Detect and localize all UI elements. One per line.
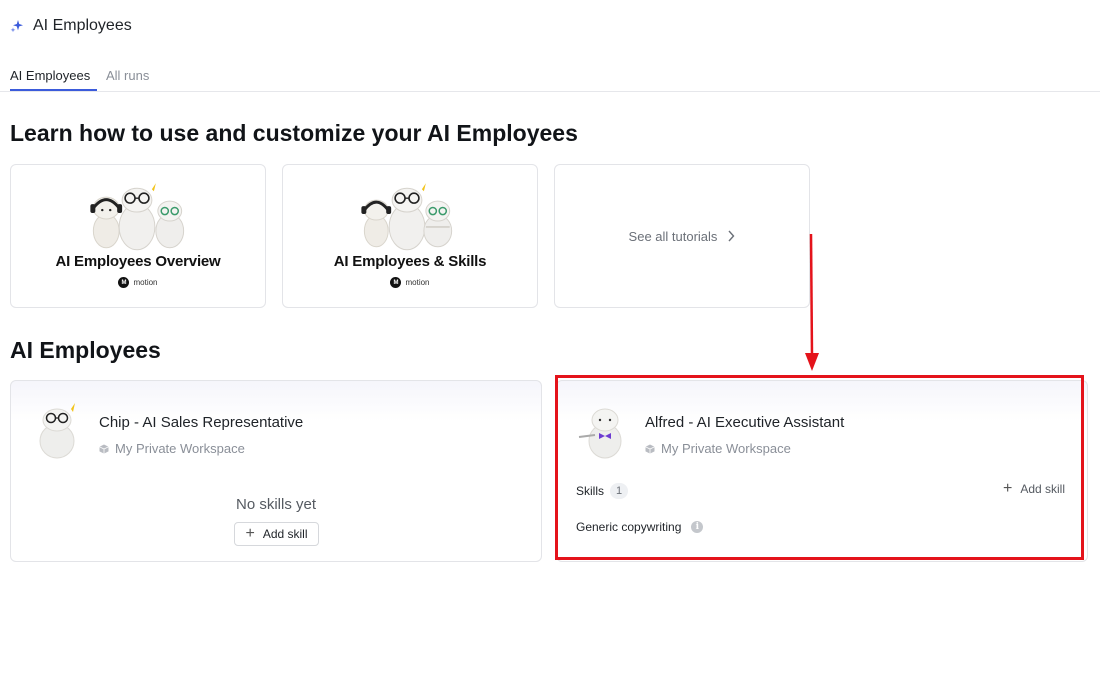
employee-card-alfred[interactable]: Alfred - AI Executive Assistant My Priva… [556,380,1088,562]
tab-ai-employees[interactable]: AI Employees [10,68,97,91]
add-skill-button[interactable]: + Add skill [1003,481,1065,497]
motion-logo-icon: M [390,277,402,288]
no-skills-text: No skills yet [235,496,317,513]
brand-name: motion [133,278,158,287]
tutorial-card-overview[interactable]: AI Employees Overview M motion [10,164,266,308]
chip-avatar [39,403,75,459]
plus-icon: + [245,525,255,542]
mascots-illustration [361,183,453,251]
employee-name: Alfred - AI Executive Assistant [645,414,845,431]
see-all-tutorials-card[interactable]: See all tutorials [554,164,810,308]
cube-icon [99,444,109,454]
tab-bar: AI Employees All runs [0,60,1100,92]
add-skill-label: Add skill [262,527,308,541]
page-header: AI Employees [10,14,132,38]
skills-count-badge: 1 [610,483,629,499]
cube-icon [645,444,655,454]
workspace-name: My Private Workspace [115,441,245,456]
tutorial-card-skills[interactable]: AI Employees & Skills M motion [282,164,538,308]
chevron-right-icon [728,230,735,242]
workspace-name: My Private Workspace [661,441,791,456]
tab-all-runs[interactable]: All runs [106,68,149,91]
skills-header: Skills 1 [576,483,629,499]
mascots-illustration [90,183,185,251]
employee-name: Chip - AI Sales Representative [99,414,304,431]
add-skill-label: Add skill [1020,482,1065,496]
employees-heading: AI Employees [10,337,161,363]
info-icon[interactable]: i [691,521,704,533]
tutorials-heading: Learn how to use and customize your AI E… [10,120,578,146]
plus-icon: + [1002,480,1013,497]
see-all-tutorials-link[interactable]: See all tutorials [629,229,718,244]
sparkle-icon [10,20,23,33]
brand-motion: M motion [11,277,265,288]
skills-label: Skills [576,484,605,498]
skill-item[interactable]: Generic copywriting i [576,520,704,534]
employee-card-chip[interactable]: Chip - AI Sales Representative My Privat… [10,380,542,562]
tutorial-title: AI Employees Overview [55,253,221,270]
workspace-label: My Private Workspace [645,441,791,456]
skill-name: Generic copywriting [576,520,682,534]
motion-logo-icon: M [118,277,130,288]
tutorial-title: AI Employees & Skills [333,253,487,270]
add-skill-button[interactable]: + Add skill [234,522,319,546]
brand-name: motion [405,278,430,287]
brand-motion: M motion [283,277,537,288]
page-title: AI Employees [33,17,132,34]
workspace-label: My Private Workspace [99,441,245,456]
alfred-avatar [578,408,622,459]
